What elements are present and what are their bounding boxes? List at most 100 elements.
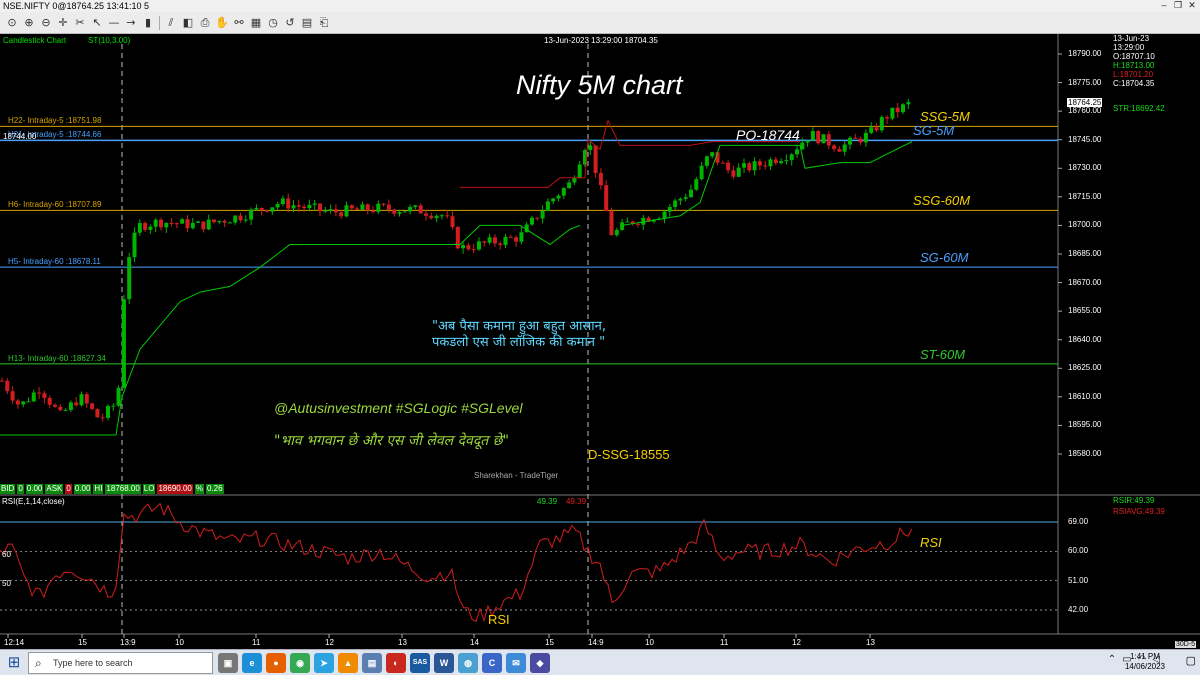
candle-body: [895, 107, 900, 113]
candle-body: [487, 237, 492, 243]
rsi-value: 49.39: [537, 497, 558, 506]
ticker-value: 18690.00: [157, 484, 193, 494]
candle-body: [153, 219, 158, 227]
zoom-in-icon[interactable]: ⊕: [21, 15, 37, 31]
clock-date: 14/06/2023: [1124, 662, 1166, 671]
chart-area[interactable]: Candlestick Chart ST(10,3.00) 13-Jun-202…: [0, 34, 1200, 649]
globe-icon[interactable]: ◍: [458, 653, 478, 673]
candle-body: [704, 156, 709, 166]
rsi-tag-bottom: RSI: [488, 612, 510, 627]
clock-icon[interactable]: ◷: [265, 15, 281, 31]
ray-icon[interactable]: →: [123, 15, 139, 31]
windows-start-icon[interactable]: ⊞: [0, 650, 28, 675]
candle-body: [0, 380, 4, 382]
candle-body: [180, 219, 185, 224]
price-tick-label: 18655.00: [1068, 306, 1102, 316]
candle-body: [222, 220, 227, 223]
candle-body: [349, 205, 354, 209]
telegram-icon[interactable]: ➤: [314, 653, 334, 673]
maximize-icon[interactable]: ❐: [1172, 0, 1184, 11]
minimize-icon[interactable]: –: [1158, 0, 1170, 11]
candle-body: [201, 221, 206, 230]
candle-body: [471, 249, 476, 251]
price-tick-label: 18730.00: [1068, 163, 1102, 173]
candle-body: [784, 160, 789, 162]
vlc-icon[interactable]: ▲: [338, 653, 358, 673]
drag-icon[interactable]: ✂: [72, 15, 88, 31]
interval-badge[interactable]: 30D-5: [1175, 641, 1197, 648]
hindi-quote-line-2: पकडलो एस जी लॉजिक की कमान ": [432, 335, 606, 350]
ticker-value: 0: [65, 484, 72, 494]
candle-body: [683, 197, 688, 199]
price-tick-label: 18700.00: [1068, 220, 1102, 230]
candle-body: [620, 222, 625, 230]
close-icon[interactable]: ✕: [1186, 0, 1198, 11]
taskbar-search-input[interactable]: ⌕ Type here to search: [28, 652, 213, 674]
bar-chart-icon[interactable]: ▮: [140, 15, 156, 31]
candle-body: [408, 206, 413, 212]
candle-body: [540, 210, 545, 219]
level-label: H13- Intraday-60 :18627.34: [8, 353, 106, 363]
mail-icon[interactable]: ✉: [506, 653, 526, 673]
save-icon[interactable]: ⎗: [316, 15, 332, 31]
po-annotation: PO-18744: [736, 127, 800, 143]
time-tick-label: 13: [866, 638, 875, 647]
zoom-fit-icon[interactable]: ⊙: [4, 15, 20, 31]
print-icon[interactable]: ⎙: [197, 15, 213, 31]
word-icon[interactable]: W: [434, 653, 454, 673]
task-view-icon[interactable]: ▣: [218, 653, 238, 673]
table-icon[interactable]: ▦: [248, 15, 264, 31]
candle-body: [757, 161, 762, 166]
price-tick-label: 18775.00: [1068, 77, 1102, 87]
zoom-out-icon[interactable]: ⊖: [38, 15, 54, 31]
candle-body: [275, 204, 280, 208]
trend-icon[interactable]: ⫽: [163, 15, 179, 31]
cube-icon[interactable]: ◧: [180, 15, 196, 31]
candle-body: [885, 117, 890, 119]
chrome-icon[interactable]: ◉: [290, 653, 310, 673]
candle-body: [42, 393, 47, 398]
crosshair-icon[interactable]: ✛: [55, 15, 71, 31]
pointer-icon[interactable]: ↖: [89, 15, 105, 31]
rsi-tick-label: 60.00: [1068, 546, 1089, 556]
sas-icon[interactable]: SAS: [410, 653, 430, 673]
chevron-up-icon[interactable]: ⌃: [1108, 654, 1116, 665]
candle-body: [429, 215, 434, 219]
candle-body: [477, 241, 481, 250]
candle-body: [365, 204, 370, 211]
hand-icon[interactable]: ✋: [214, 15, 230, 31]
candle-body: [116, 387, 121, 406]
candle-body: [233, 215, 238, 223]
candle-body: [890, 107, 895, 119]
notepad-icon[interactable]: ▤: [362, 653, 382, 673]
tradetiger-icon[interactable]: ◐: [386, 653, 406, 673]
notification-icon[interactable]: ▢: [1186, 654, 1196, 667]
line-icon[interactable]: —: [106, 15, 122, 31]
link-icon[interactable]: ⚯: [231, 15, 247, 31]
shield-icon[interactable]: ◆: [530, 653, 550, 673]
time-tick-label: 15: [545, 638, 554, 647]
undo-icon[interactable]: ↺: [282, 15, 298, 31]
candle-body: [853, 137, 858, 139]
candle-body: [455, 226, 460, 249]
candle-body: [789, 154, 794, 161]
edge-icon[interactable]: e: [242, 653, 262, 673]
candle-body: [333, 209, 338, 213]
candle-body: [169, 222, 174, 224]
candle-body: [848, 137, 852, 145]
candle-body: [514, 237, 519, 242]
taskbar-clock[interactable]: 1:41 PM 14/06/2023: [1124, 652, 1166, 672]
calendar-icon[interactable]: ▤: [299, 15, 315, 31]
candle-body: [530, 217, 534, 225]
candle-body: [84, 394, 89, 404]
candle-body: [434, 215, 439, 219]
candle-body: [386, 204, 391, 210]
candle-body: [100, 417, 105, 419]
candle-body: [291, 205, 296, 209]
candle-body: [63, 410, 68, 412]
firefox-icon[interactable]: ●: [266, 653, 286, 673]
price-tick-label: 18610.00: [1068, 391, 1102, 401]
candle-body: [26, 401, 31, 403]
app-c-icon[interactable]: C: [482, 653, 502, 673]
ticker-value: 0: [17, 484, 24, 494]
